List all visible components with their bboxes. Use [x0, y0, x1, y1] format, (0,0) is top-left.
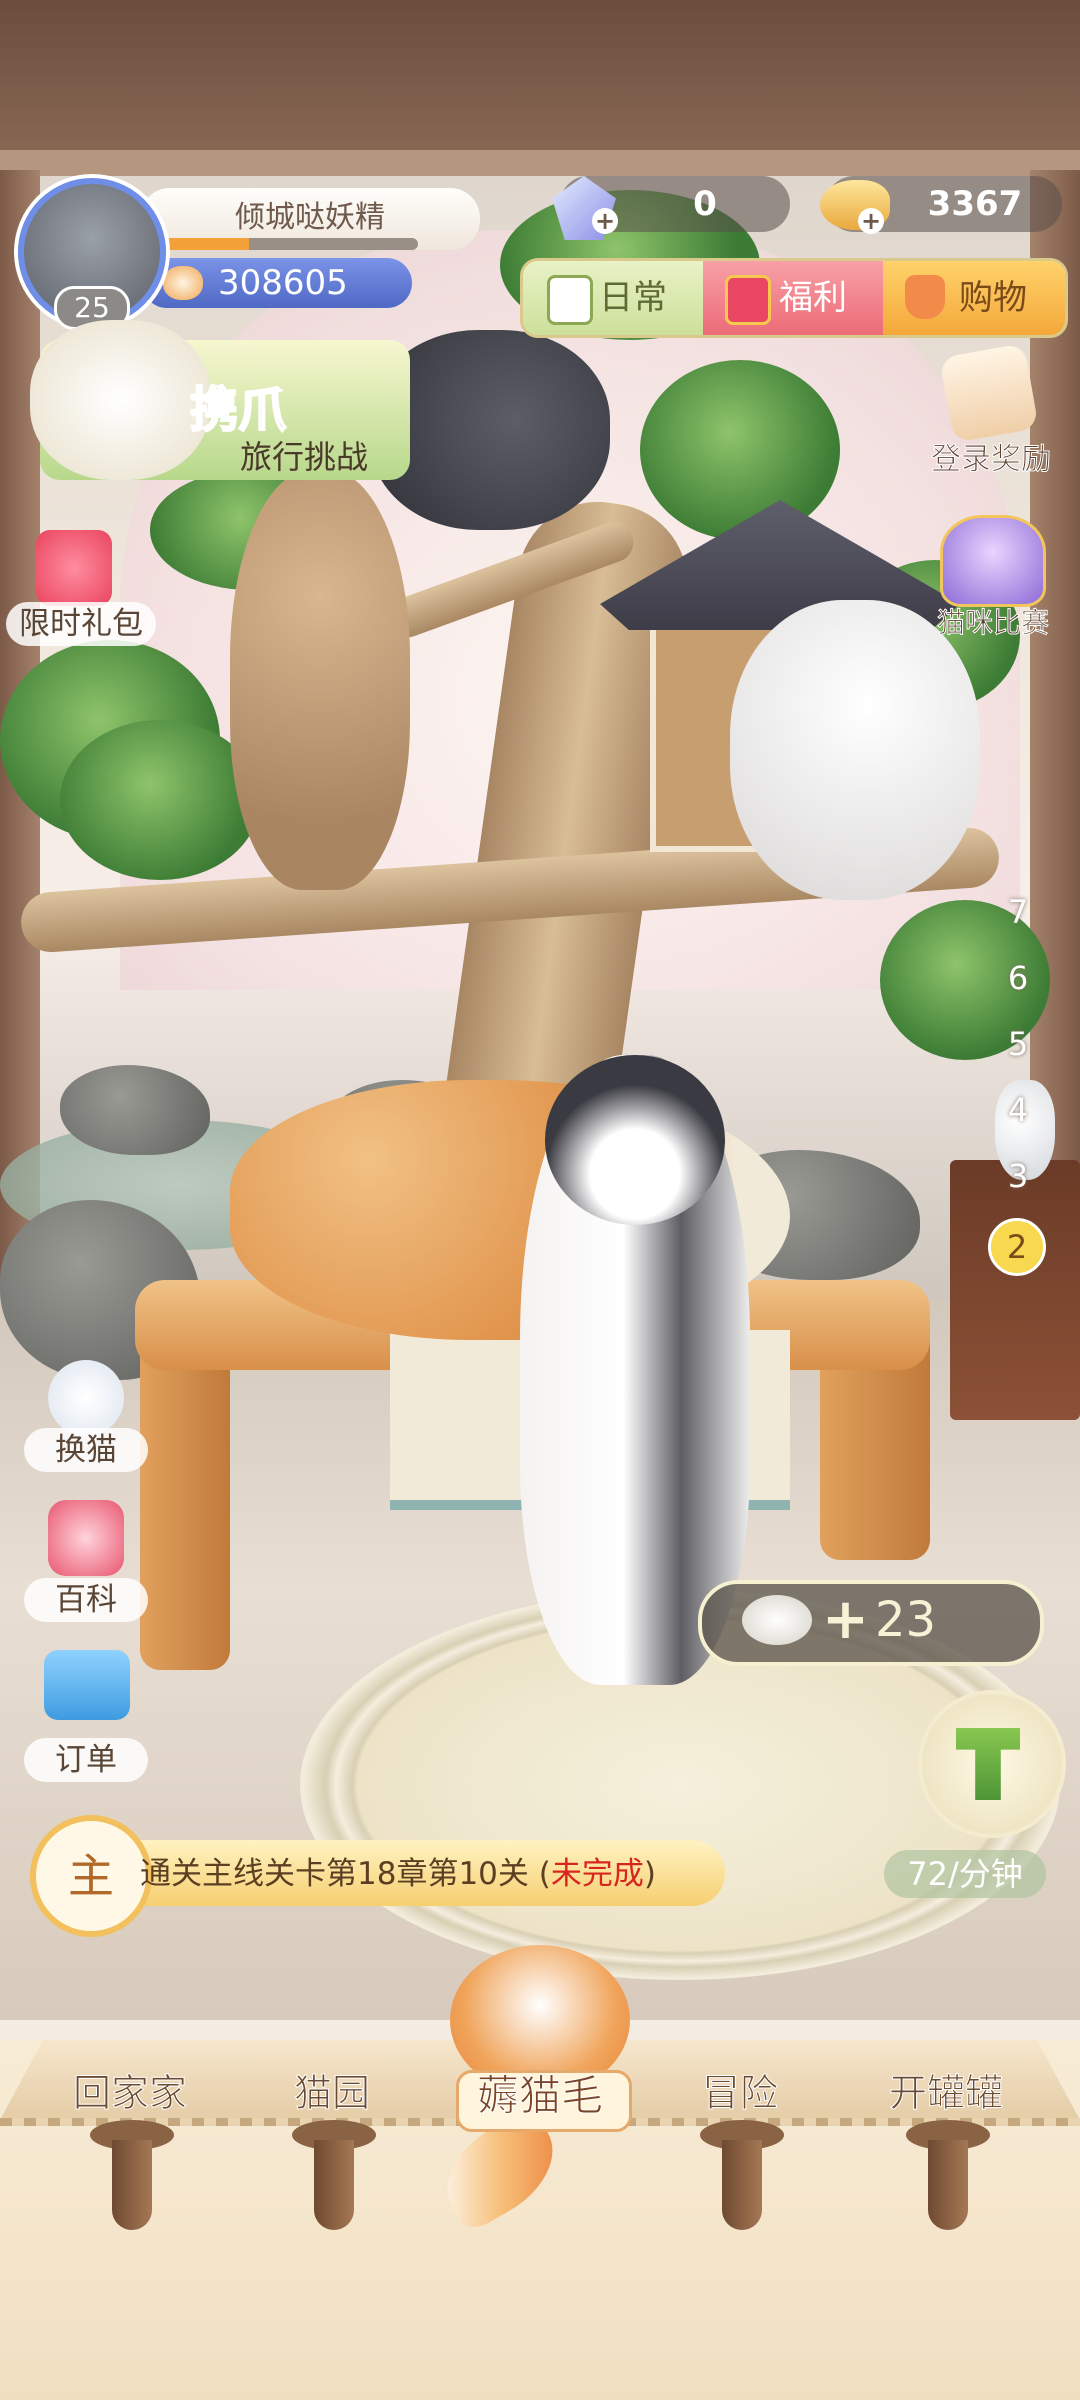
encyclopedia-icon: [48, 1500, 124, 1576]
ceiling-trim: [0, 150, 1080, 176]
orders-button[interactable]: 订单: [24, 1650, 148, 1790]
floor-7[interactable]: 7: [988, 890, 1048, 934]
nav-cat-garden[interactable]: 猫园: [232, 2062, 432, 2262]
player-name: 倾城哒妖精: [235, 200, 385, 235]
white-cat[interactable]: [730, 600, 980, 900]
peg-icon: [292, 2120, 376, 2260]
gift-icon: [725, 275, 771, 325]
tab-shop-label: 购物: [959, 278, 1027, 318]
foliage: [640, 360, 840, 540]
quest-status: 未完成: [550, 1856, 644, 1892]
swap-cat-button[interactable]: 换猫: [24, 1360, 148, 1490]
login-reward-label: 登录奖励: [931, 442, 1052, 478]
quest-text: 通关主线关卡第18章第10关 (未完成): [140, 1846, 720, 1902]
nav-home[interactable]: 回家家: [30, 2062, 230, 2262]
black-white-cat-head: [545, 1055, 725, 1225]
quest-paren-close: ): [643, 1856, 656, 1892]
limited-gift-label: 限时礼包: [6, 602, 156, 646]
tab-daily[interactable]: 日常: [523, 261, 703, 335]
swap-cat-label: 换猫: [24, 1428, 148, 1472]
travel-cat-icon: [30, 320, 210, 480]
nav-home-label: 回家家: [72, 2071, 187, 2116]
gift-box-icon: [36, 530, 112, 606]
nav-open-can-label: 开罐罐: [888, 2071, 1003, 2116]
exp-bar: [158, 238, 418, 250]
crown-icon: [940, 515, 1046, 607]
nav-pluck-fur[interactable]: 薅猫毛: [440, 2062, 640, 2142]
limited-gift-button[interactable]: 限时礼包: [6, 530, 156, 650]
nav-cat-garden-label: 猫园: [293, 2071, 370, 2116]
coin-value: 308605: [218, 263, 348, 303]
exp-fill: [158, 238, 249, 250]
add-fish-icon[interactable]: +: [858, 208, 884, 234]
quest-description: 通关主线关卡第18章第10关: [140, 1856, 539, 1892]
cat-contest-button[interactable]: 猫咪比赛: [918, 515, 1058, 645]
fur-ball-icon: [742, 1595, 812, 1645]
top-tabs: 日常 福利 购物: [520, 258, 1068, 338]
ticket-icon: [44, 1650, 130, 1720]
game-stage: 倾城哒妖精 308605 2 5 + 0 + 3367 日常 福利 购物 携爪 旅…: [0, 0, 1080, 2400]
floor-3[interactable]: 3: [988, 1154, 1048, 1198]
travel-title: 携爪: [189, 381, 287, 439]
floor-5[interactable]: 5: [988, 1022, 1048, 1066]
encyclopedia-label: 百科: [24, 1578, 148, 1622]
floor-2-current[interactable]: 2: [988, 1218, 1046, 1276]
encyclopedia-button[interactable]: 百科: [24, 1500, 148, 1630]
swap-cat-icon: [48, 1360, 124, 1436]
fur-value: 23: [875, 1592, 937, 1648]
tab-shop[interactable]: 购物: [883, 261, 1065, 335]
nav-pluck-fur-label: 薅猫毛: [476, 2071, 603, 2121]
peg-icon: [90, 2120, 174, 2260]
quest-paren-open: (: [538, 1856, 551, 1892]
login-reward-button[interactable]: 登录奖励: [916, 343, 1056, 480]
floor-selector: 7 6 5 4 3 2: [988, 880, 1048, 1280]
quest-badge-char: 主: [68, 1849, 114, 1903]
nav-open-can[interactable]: 开罐罐: [846, 2062, 1046, 2262]
gem-value: 0: [693, 184, 717, 224]
basket-icon: [905, 275, 945, 319]
tab-welfare-label: 福利: [779, 278, 847, 318]
cat-contest-label: 猫咪比赛: [936, 606, 1049, 640]
fur-rate: 72/分钟: [884, 1850, 1046, 1898]
ceiling-beam: [0, 0, 1080, 170]
calendar-icon: [939, 343, 1039, 443]
floor-6[interactable]: 6: [988, 956, 1048, 1000]
tab-welfare[interactable]: 福利: [703, 261, 883, 335]
nav-adventure-label: 冒险: [701, 2071, 778, 2116]
table-leg: [140, 1330, 230, 1670]
tab-daily-label: 日常: [599, 278, 667, 318]
cat-coin-icon: [163, 266, 203, 300]
nav-adventure[interactable]: 冒险: [640, 2062, 840, 2262]
checklist-icon: [547, 275, 593, 325]
peg-icon: [700, 2120, 784, 2260]
fish-value: 3367: [927, 184, 1023, 224]
add-gem-icon[interactable]: +: [592, 208, 618, 234]
fur-plus: +: [822, 1587, 869, 1652]
tabby-cat[interactable]: [230, 470, 410, 890]
floor-4[interactable]: 4: [988, 1088, 1048, 1132]
peg-icon: [906, 2120, 990, 2260]
orders-label: 订单: [24, 1738, 148, 1782]
travel-subtitle: 旅行挑战: [240, 438, 369, 476]
